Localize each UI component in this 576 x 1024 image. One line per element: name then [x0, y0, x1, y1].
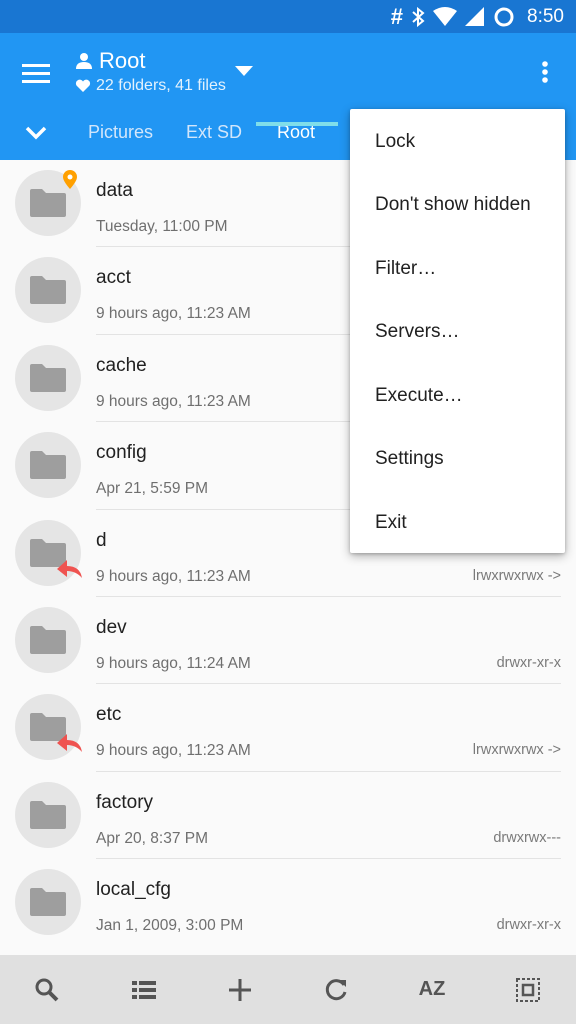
file-name: cache: [96, 354, 147, 376]
list-view-button[interactable]: [114, 955, 174, 1024]
menu-item-dont-show-hidden[interactable]: Don't show hidden: [350, 174, 565, 238]
tab-pictures[interactable]: Pictures: [88, 122, 153, 143]
folder-icon: [30, 189, 66, 217]
folder-icon: [30, 888, 66, 917]
list-view-icon: [132, 980, 156, 999]
active-tab-indicator: [256, 122, 338, 126]
menu-icon[interactable]: [20, 57, 54, 91]
list-item[interactable]: dev 9 hours ago, 11:24 AM drwxr-xr-x: [0, 597, 576, 685]
folder-avatar[interactable]: [15, 606, 81, 673]
file-name: factory: [96, 791, 154, 813]
search-button[interactable]: [17, 955, 77, 1024]
add-icon: [229, 978, 251, 1001]
symlink-arrow-icon: [57, 559, 82, 578]
search-icon: [35, 978, 59, 1001]
file-date: Jan 1, 2009, 3:00 PM: [96, 917, 244, 935]
folder-icon: [30, 363, 66, 392]
folder-icon: [30, 625, 66, 654]
battery-icon: [494, 7, 514, 26]
menu-item-execute[interactable]: Execute…: [350, 364, 565, 428]
file-name: etc: [96, 704, 122, 726]
chevron-down-icon[interactable]: [24, 125, 48, 141]
menu-item-exit[interactable]: Exit: [350, 491, 565, 555]
dropdown-arrow-icon[interactable]: [234, 65, 254, 77]
folder-avatar[interactable]: [15, 257, 81, 324]
refresh-button[interactable]: [306, 955, 366, 1024]
refresh-icon: [325, 978, 347, 1000]
file-date: 9 hours ago, 11:23 AM: [96, 567, 251, 585]
bluetooth-icon: [412, 6, 425, 27]
list-item[interactable]: local_cfg Jan 1, 2009, 3:00 PM drwxr-xr-…: [0, 859, 576, 946]
signal-icon: [465, 6, 485, 26]
list-item[interactable]: factory Apr 20, 8:37 PM drwxrwx---: [0, 772, 576, 860]
more-options-icon[interactable]: [530, 58, 560, 88]
menu-item-servers[interactable]: Servers…: [350, 301, 565, 365]
person-icon: [76, 53, 92, 69]
hash-icon: #: [390, 3, 404, 29]
file-permissions: drwxr-xr-x: [496, 654, 561, 671]
menu-item-lock[interactable]: Lock: [350, 110, 565, 174]
folder-icon: [30, 276, 66, 305]
symlink-arrow-icon: [57, 734, 82, 753]
sort-az-button[interactable]: AZ: [402, 955, 462, 1024]
folder-icon: [30, 800, 66, 829]
file-permissions: lrwxrwxrwx ->: [472, 567, 561, 584]
file-date: 9 hours ago, 11:23 AM: [96, 305, 251, 323]
status-bar: # 8:50: [0, 0, 576, 33]
file-name: dev: [96, 616, 127, 638]
heart-icon: [75, 79, 91, 92]
location-pin-icon: [63, 170, 77, 189]
location-selector[interactable]: Root 22 folders, 41 files: [75, 48, 226, 95]
bottom-toolbar: AZ: [0, 955, 576, 1024]
select-all-icon: [516, 977, 540, 1002]
folder-avatar[interactable]: [15, 781, 81, 848]
file-date: 9 hours ago, 11:23 AM: [96, 392, 251, 410]
select-all-button[interactable]: [498, 955, 558, 1024]
file-name: d: [96, 529, 107, 551]
menu-item-settings[interactable]: Settings: [350, 428, 565, 492]
file-name: config: [96, 442, 147, 464]
file-permissions: drwxrwx---: [493, 829, 561, 846]
tab-ext-sd[interactable]: Ext SD: [186, 122, 242, 143]
file-permissions: lrwxrwxrwx ->: [472, 742, 561, 759]
file-date: 9 hours ago, 11:23 AM: [96, 742, 251, 760]
folder-avatar[interactable]: [15, 344, 81, 411]
file-date: Tuesday, 11:00 PM: [96, 218, 228, 235]
file-date: Apr 20, 8:37 PM: [96, 829, 209, 847]
overflow-menu: Lock Don't show hidden Filter… Servers… …: [350, 109, 565, 553]
folder-avatar[interactable]: [15, 432, 81, 499]
folder-icon: [30, 451, 66, 480]
file-permissions: drwxr-xr-x: [496, 917, 561, 934]
file-name: acct: [96, 267, 131, 289]
page-title: Root: [99, 48, 146, 73]
file-name: local_cfg: [96, 879, 171, 901]
file-date: 9 hours ago, 11:24 AM: [96, 654, 251, 672]
add-button[interactable]: [210, 955, 270, 1024]
file-name: data: [96, 180, 133, 201]
file-date: Apr 21, 5:59 PM: [96, 480, 209, 498]
folder-avatar[interactable]: [15, 869, 81, 936]
menu-item-filter[interactable]: Filter…: [350, 237, 565, 301]
folder-summary: 22 folders, 41 files: [96, 77, 226, 94]
clock: 8:50: [527, 5, 564, 27]
list-item[interactable]: etc 9 hours ago, 11:23 AM lrwxrwxrwx ->: [0, 684, 576, 772]
wifi-icon: [433, 6, 458, 26]
